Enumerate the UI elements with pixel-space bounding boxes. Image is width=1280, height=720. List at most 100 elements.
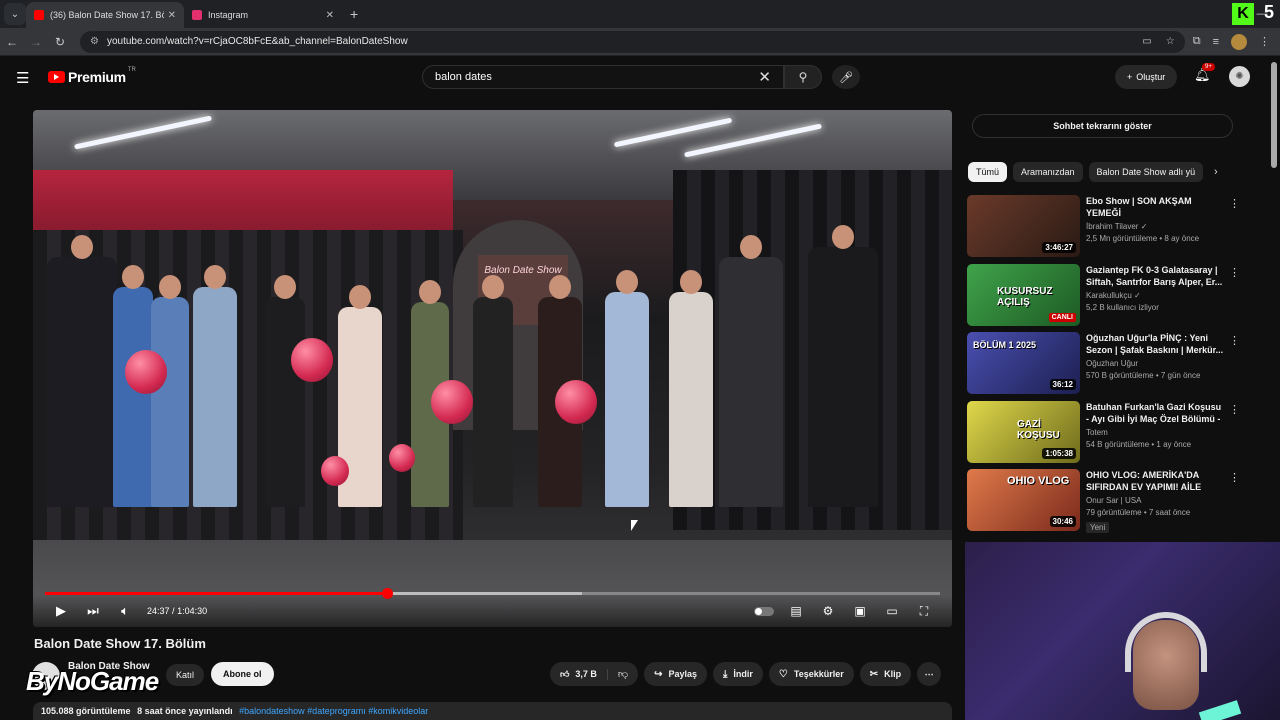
close-icon[interactable]: ✕	[168, 10, 176, 21]
menu-hamburger-icon[interactable]: ☰	[16, 69, 29, 87]
like-button[interactable]: 👍︎ 3,7 B	[550, 668, 608, 680]
recommendation-thumbnail[interactable]: KUSURSUZ AÇILIŞ CANLI	[967, 264, 1080, 326]
contestant	[605, 270, 649, 507]
new-tab-icon[interactable]: +	[350, 6, 358, 22]
play-icon[interactable]: ▶	[45, 603, 77, 619]
thanks-button[interactable]: ♡ Teşekkürler	[768, 662, 854, 686]
recommendation-item[interactable]: OHIO VLOG 30:46 OHIO VLOG: AMERİKA'DA SI…	[967, 469, 1247, 533]
next-icon[interactable]: ⏭︎	[77, 603, 109, 619]
thumbs-up-icon: 👍︎	[560, 668, 570, 679]
video-duration: 3:46:27	[1042, 242, 1076, 253]
forward-arrow-icon[interactable]: →	[24, 35, 48, 49]
autoplay-toggle[interactable]	[754, 606, 774, 616]
recommendation-title[interactable]: Oğuzhan Uğur'la PİNÇ : Yeni Sezon | Şafa…	[1086, 332, 1224, 356]
share-button[interactable]: ↪ Paylaş	[644, 662, 707, 686]
extensions-area: ⧉ ≡ ⋮	[1193, 33, 1270, 50]
site-info-icon[interactable]: ⚙	[90, 36, 99, 47]
more-options-icon[interactable]: ⋮	[1229, 334, 1240, 347]
subtitles-icon[interactable]: ▤	[780, 604, 812, 618]
close-icon[interactable]: ✕	[326, 10, 334, 21]
player-controls-right: ▤ ⚙ ▣ ▭ ⛶	[748, 604, 940, 619]
theater-mode-icon[interactable]: ▭	[876, 604, 908, 618]
fullscreen-icon[interactable]: ⛶	[908, 604, 940, 619]
extensions-puzzle-icon[interactable]: ⧉	[1193, 35, 1201, 48]
chip-from-search[interactable]: Aramanızdan	[1013, 162, 1083, 182]
browser-tab-strip: ⌄ (36) Balon Date Show 17. Bölüm ✕ Insta…	[0, 0, 1280, 28]
published-time: 8 saat önce yayınlandı	[137, 706, 233, 716]
subscribe-button[interactable]: Abone ol	[211, 662, 274, 686]
more-options-icon[interactable]: ⋮	[1229, 403, 1240, 416]
host-person	[47, 235, 117, 507]
reading-list-icon[interactable]: ≡	[1213, 36, 1219, 48]
browser-tab-instagram[interactable]: Instagram ✕	[184, 2, 342, 28]
recommendation-thumbnail[interactable]: OHIO VLOG 30:46	[967, 469, 1080, 531]
channel-name-text: İbrahim Tilaver	[1086, 222, 1139, 231]
more-options-icon[interactable]: ⋮	[1229, 197, 1240, 210]
contestant	[113, 265, 153, 507]
recommendation-channel: Oğuzhan Uğur	[1086, 359, 1139, 368]
thanks-label: Teşekkürler	[793, 669, 844, 679]
create-button[interactable]: + Oluştur	[1115, 65, 1178, 89]
url-input[interactable]: ⚙ youtube.com/watch?v=rCjaOC8bFcE&ab_cha…	[80, 30, 1185, 53]
recommendation-title[interactable]: Batuhan Furkan'la Gazi Koşusu - Ayı Gibi…	[1086, 401, 1224, 425]
search-input[interactable]: balon dates ✕	[422, 65, 784, 89]
settings-gear-icon[interactable]: ⚙	[812, 604, 844, 618]
page-scrollbar[interactable]	[1271, 62, 1277, 168]
channel-row: Balon Date Show ByNoGame Katıl Abone ol …	[26, 658, 952, 698]
recommendation-channel: Totem	[1086, 428, 1108, 437]
voice-search-button[interactable]: 🎤︎	[832, 65, 860, 89]
create-label: Oluştur	[1136, 72, 1166, 82]
volume-icon[interactable]: 🔈︎	[109, 603, 141, 619]
download-button[interactable]: ⤓ İndir	[713, 662, 763, 686]
more-options-icon[interactable]: ⋮	[1229, 471, 1240, 484]
chat-replay-button[interactable]: Sohbet tekrarını göster	[972, 114, 1233, 138]
profile-avatar[interactable]	[1231, 33, 1247, 50]
recommendation-info: Ebo Show | SON AKŞAM YEMEĞİ İbrahim Tila…	[1086, 195, 1224, 243]
search-query: balon dates	[435, 71, 492, 83]
chip-all[interactable]: Tümü	[968, 162, 1008, 182]
browser-menu-icon[interactable]: ⋮	[1259, 35, 1270, 48]
verified-check-icon: ✓	[1134, 291, 1141, 300]
recommendation-title[interactable]: OHIO VLOG: AMERİKA'DA SIFIRDAN EV YAPIMI…	[1086, 469, 1224, 493]
headphones-icon	[1125, 612, 1207, 672]
browser-tab-youtube[interactable]: (36) Balon Date Show 17. Bölüm ✕	[26, 2, 184, 28]
more-actions-button[interactable]: ⋯	[917, 662, 942, 686]
recommendation-item[interactable]: 3:46:27 Ebo Show | SON AKŞAM YEMEĞİ İbra…	[967, 195, 1247, 257]
cast-icon[interactable]: ▭	[1142, 36, 1151, 47]
back-arrow-icon[interactable]: ←	[0, 35, 24, 49]
recommendation-item[interactable]: GAZİ KOŞUSU 1:05:38 Batuhan Furkan'la Ga…	[967, 401, 1247, 463]
download-label: İndir	[733, 669, 753, 679]
recommendation-title[interactable]: Ebo Show | SON AKŞAM YEMEĞİ	[1086, 195, 1224, 219]
microphone-icon: 🎤︎	[839, 71, 853, 84]
youtube-logo[interactable]: Premium TR	[48, 67, 136, 85]
tab-title: Instagram	[208, 10, 249, 20]
red-balloon	[389, 444, 415, 472]
clip-button[interactable]: ✂ Klip	[859, 662, 912, 686]
thumbnail-text: BÖLÜM 1 2025	[973, 340, 1037, 350]
recommendation-thumbnail[interactable]: GAZİ KOŞUSU 1:05:38	[967, 401, 1080, 463]
account-avatar[interactable]: ✺	[1229, 66, 1250, 87]
recommendation-item[interactable]: BÖLÜM 1 2025 36:12 Oğuzhan Uğur'la PİNÇ …	[967, 332, 1247, 394]
recommendation-item[interactable]: KUSURSUZ AÇILIŞ CANLI Gaziantep FK 0-3 G…	[967, 264, 1247, 326]
recommendation-thumbnail[interactable]: BÖLÜM 1 2025 36:12	[967, 332, 1080, 394]
clear-search-icon[interactable]: ✕	[758, 68, 771, 86]
bookmark-star-icon[interactable]: ☆	[1166, 36, 1175, 47]
description-box[interactable]: 105.088 görüntüleme 8 saat önce yayınlan…	[33, 702, 952, 720]
miniplayer-icon[interactable]: ▣	[844, 604, 876, 618]
notifications-button[interactable]: 🔔︎ 9+	[1194, 63, 1215, 83]
youtube-header: ☰ Premium TR balon dates ✕ ⚲ 🎤︎ + Oluştu…	[0, 56, 1280, 98]
more-options-icon[interactable]: ⋮	[1229, 266, 1240, 279]
video-player[interactable]: Balon Date Show ▶ ⏭︎ 🔈︎ 24:37 / 1:04:30 …	[33, 110, 952, 627]
recommendation-title[interactable]: Gaziantep FK 0-3 Galatasaray | Siftah, S…	[1086, 264, 1224, 288]
recommendation-info: Gaziantep FK 0-3 Galatasaray | Siftah, S…	[1086, 264, 1224, 312]
tab-search-dropdown[interactable]: ⌄	[4, 3, 26, 25]
search-button[interactable]: ⚲	[784, 65, 822, 89]
chip-channel[interactable]: Balon Date Show adlı yü	[1088, 162, 1204, 182]
hashtags[interactable]: #balondateshow #dateprogramı #komikvideo…	[239, 706, 428, 716]
recommendation-thumbnail[interactable]: 3:46:27	[967, 195, 1080, 257]
join-button[interactable]: Katıl	[166, 664, 205, 686]
reload-icon[interactable]: ↻	[48, 35, 72, 49]
dislike-button[interactable]: 👎︎	[608, 668, 638, 680]
chevron-right-icon[interactable]: ›	[1214, 166, 1218, 178]
streamer-watermark: ByNoGame	[26, 666, 159, 696]
